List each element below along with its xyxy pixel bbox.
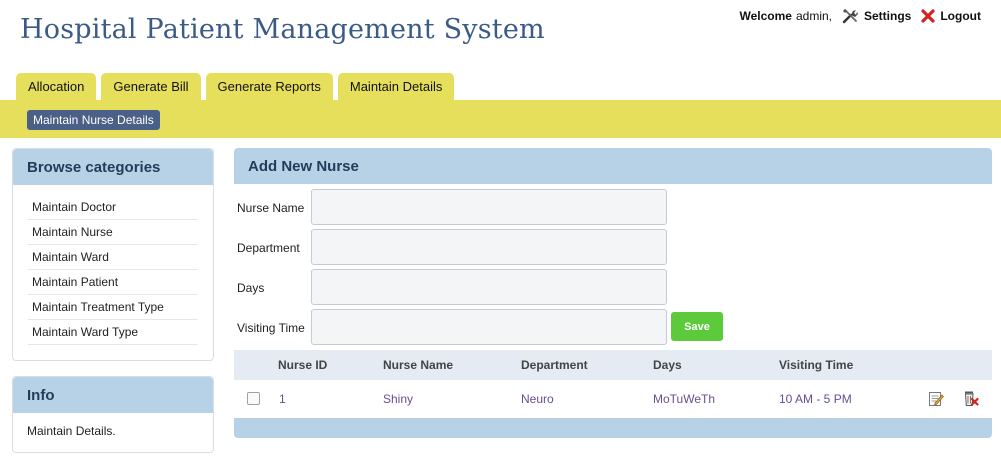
app-title: Hospital Patient Management System: [20, 14, 545, 45]
cell-visiting-time: 10 AM - 5 PM: [779, 392, 852, 406]
nurse-name-label: Nurse Name: [237, 201, 305, 215]
main-tabs: Allocation Generate Bill Generate Report…: [16, 73, 459, 100]
info-panel: Info Maintain Details.: [12, 376, 214, 453]
days-input[interactable]: [311, 269, 667, 305]
tools-icon: [842, 9, 858, 24]
category-item-ward-type[interactable]: Maintain Ward Type: [28, 320, 198, 345]
welcome-label: Welcome: [739, 9, 792, 23]
edit-icon[interactable]: [928, 390, 944, 407]
cell-nurse-name: Shiny: [383, 392, 414, 406]
close-x-icon: [921, 9, 935, 23]
visiting-time-input[interactable]: [311, 309, 667, 345]
row-select-checkbox[interactable]: [247, 392, 260, 405]
delete-icon[interactable]: [963, 390, 979, 407]
logout-link[interactable]: Logout: [921, 9, 981, 23]
department-input[interactable]: [311, 229, 667, 265]
username: admin,: [795, 9, 832, 23]
cell-days: MoTuWeTh: [653, 392, 716, 406]
category-item-nurse[interactable]: Maintain Nurse: [28, 220, 198, 245]
category-item-treatment-type[interactable]: Maintain Treatment Type: [28, 295, 198, 320]
category-item-patient[interactable]: Maintain Patient: [28, 270, 198, 295]
category-item-ward[interactable]: Maintain Ward: [28, 245, 198, 270]
add-nurse-panel: Add New Nurse Nurse Name Department Days…: [234, 148, 992, 438]
nurse-name-input[interactable]: [311, 189, 667, 225]
tab-generate-reports[interactable]: Generate Reports: [205, 73, 333, 100]
department-label: Department: [237, 241, 300, 255]
column-header-days[interactable]: Days: [653, 358, 682, 372]
table-row: 1 Shiny Neuro MoTuWeTh 10 AM - 5 PM: [234, 380, 992, 418]
tab-generate-bill[interactable]: Generate Bill: [101, 73, 201, 100]
column-header-visiting-time[interactable]: Visiting Time: [779, 358, 853, 372]
nurse-table: Nurse ID Nurse Name Department Days Visi…: [234, 350, 992, 438]
table-header: Nurse ID Nurse Name Department Days Visi…: [234, 350, 992, 380]
save-button[interactable]: Save: [671, 312, 723, 341]
settings-label: Settings: [864, 9, 912, 23]
subtab-maintain-nurse-details[interactable]: Maintain Nurse Details: [27, 110, 160, 130]
info-text: Maintain Details.: [27, 424, 116, 438]
browse-categories-title: Browse categories: [13, 149, 213, 185]
tab-allocation[interactable]: Allocation: [16, 73, 97, 100]
table-footer: [234, 418, 992, 438]
user-bar: Welcome admin, Settings Logout: [739, 8, 981, 24]
column-header-nurse-name[interactable]: Nurse Name: [383, 358, 453, 372]
logout-label: Logout: [940, 9, 981, 23]
add-nurse-title: Add New Nurse: [234, 148, 992, 184]
visiting-time-label: Visiting Time: [237, 321, 305, 335]
days-label: Days: [237, 281, 265, 295]
column-header-nurse-id[interactable]: Nurse ID: [278, 358, 327, 372]
browse-categories-panel: Browse categories Maintain Doctor Mainta…: [12, 148, 214, 361]
info-title: Info: [13, 377, 213, 413]
cell-nurse-id: 1: [279, 392, 286, 406]
category-item-doctor[interactable]: Maintain Doctor: [28, 195, 198, 220]
cell-department: Neuro: [521, 392, 554, 406]
category-list: Maintain Doctor Maintain Nurse Maintain …: [28, 195, 198, 345]
tab-maintain-details[interactable]: Maintain Details: [337, 73, 455, 100]
column-header-department[interactable]: Department: [521, 358, 588, 372]
settings-link[interactable]: Settings: [842, 8, 911, 24]
